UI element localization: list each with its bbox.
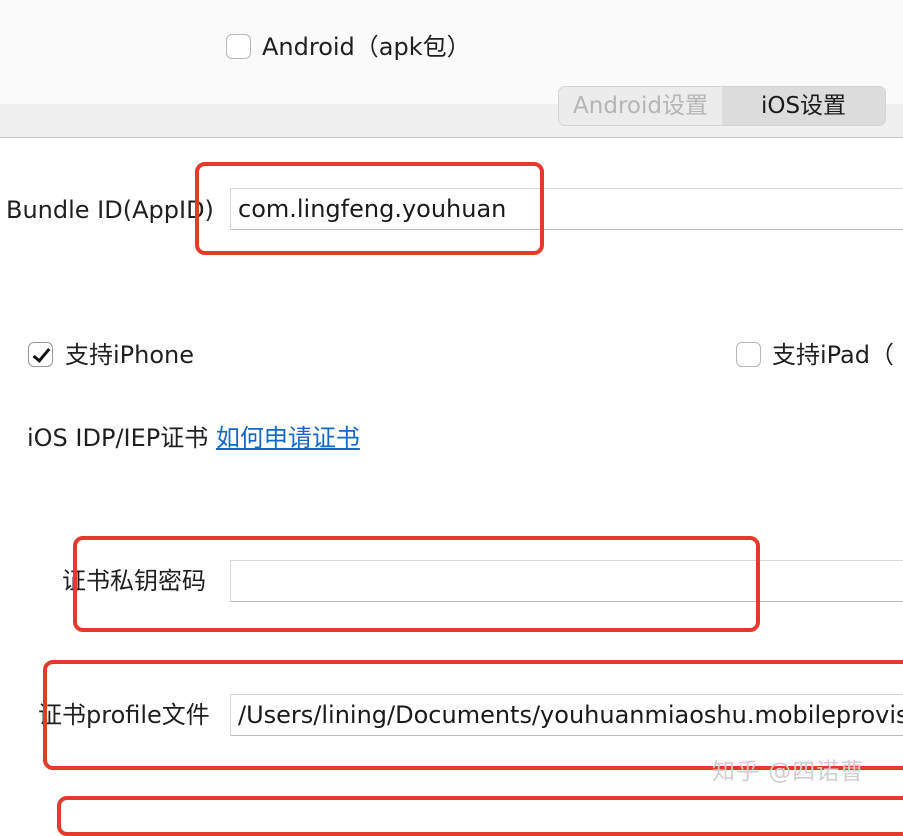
watermark: 知乎 @四诺曹 — [712, 759, 865, 785]
android-apk-label: Android（apk包） — [262, 33, 471, 61]
certificate-label: iOS IDP/IEP证书 — [27, 424, 209, 452]
android-apk-checkbox[interactable] — [226, 34, 251, 59]
tab-ios-settings[interactable]: iOS设置 — [722, 87, 885, 125]
support-iphone-checkbox[interactable] — [28, 342, 53, 367]
platform-tabs: Android设置 iOS设置 — [558, 86, 886, 126]
next-field-highlight — [57, 796, 903, 836]
certificate-section-label: iOS IDP/IEP证书 如何申请证书 — [27, 423, 360, 453]
tab-android-settings[interactable]: Android设置 — [559, 87, 722, 125]
how-to-apply-certificate-link[interactable]: 如何申请证书 — [216, 424, 360, 452]
support-iphone-label: 支持iPhone — [65, 341, 195, 369]
private-key-highlight — [73, 536, 760, 632]
bundle-id-highlight — [195, 162, 544, 255]
support-ipad-label: 支持iPad（ — [772, 341, 895, 369]
support-ipad-checkbox[interactable] — [736, 342, 761, 367]
bundle-id-label: Bundle ID(AppID) — [6, 196, 214, 224]
